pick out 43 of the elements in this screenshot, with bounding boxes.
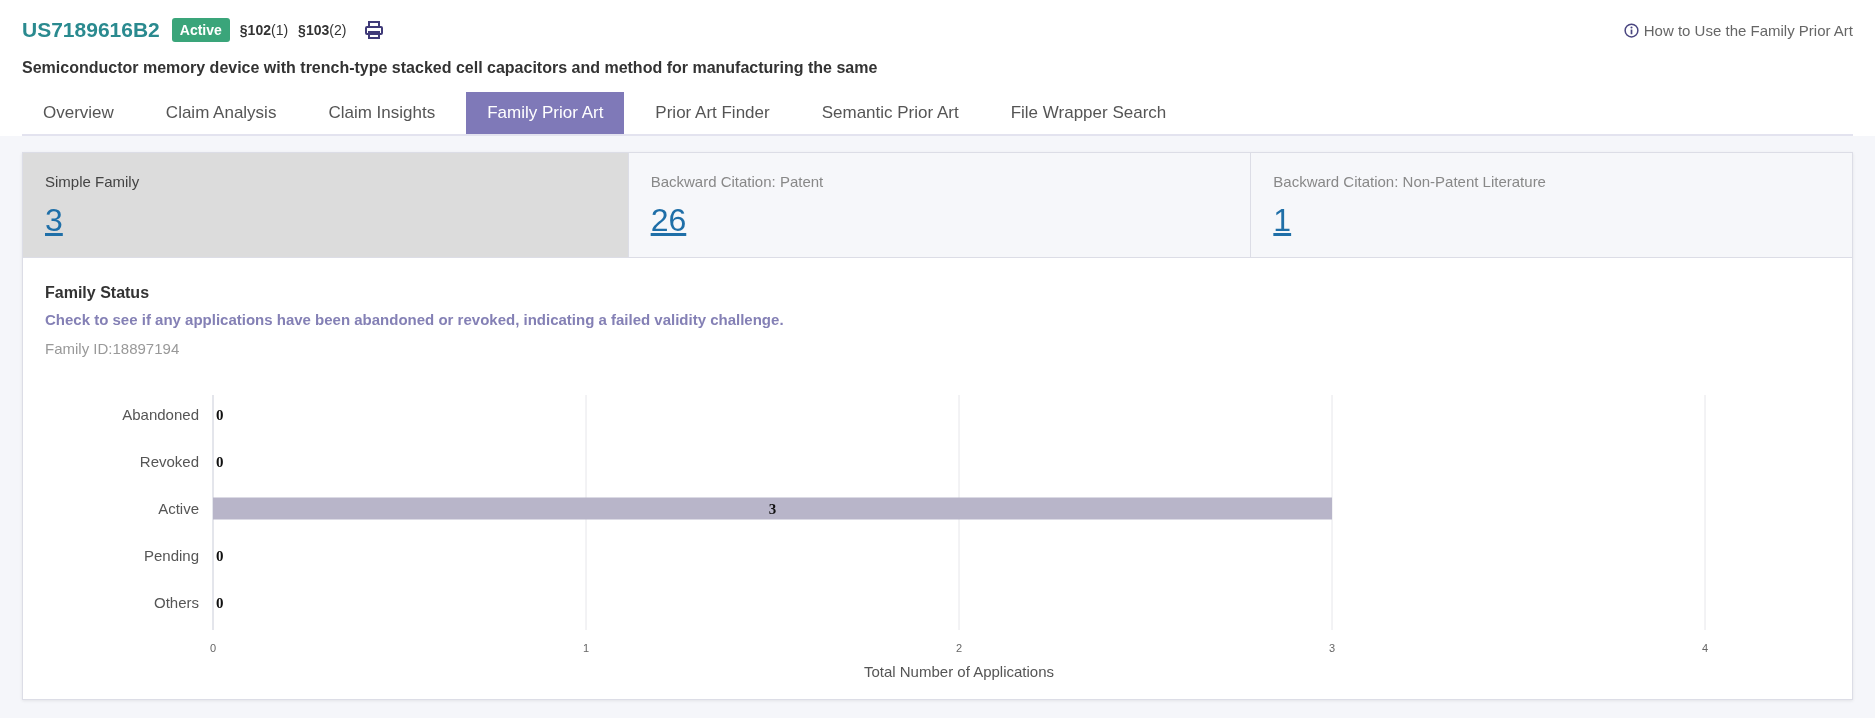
patent-title: Semiconductor memory device with trench-type stacked cell capacitors and method for manufacturing the same: [22, 59, 879, 77]
tab[interactable]: Overview: [22, 92, 135, 134]
help-link[interactable]: How to Use the Family Prior Art: [1623, 21, 1853, 39]
axis-title: Total Number of Applications: [863, 663, 1055, 680]
status-badge: Active: [171, 18, 230, 42]
stat-panel[interactable]: Simple Family 3: [23, 153, 628, 257]
stat-link[interactable]: 3: [45, 202, 63, 239]
patent-number: US7189616B2: [22, 18, 160, 42]
axis-tick-label: 0: [209, 642, 217, 654]
category-label: Abandoned: [122, 405, 199, 423]
tab[interactable]: Claim Analysis: [144, 92, 298, 134]
tab[interactable]: Semantic Prior Art: [800, 92, 980, 134]
axis-tick-label: 4: [1701, 642, 1709, 654]
section-heading: Family Status: [45, 284, 151, 302]
stat-panel[interactable]: Backward Citation: Patent 26: [627, 153, 1251, 257]
tab[interactable]: Prior Art Finder: [634, 92, 791, 134]
axis-tick-label: 2: [955, 642, 963, 654]
stat-label: Backward Citation: Patent: [650, 173, 825, 190]
axis-tick-label: 3: [1328, 642, 1336, 654]
stat-label: Simple Family: [45, 173, 141, 190]
category-label: Others: [154, 593, 199, 611]
stat-label: Backward Citation: Non-Patent Literature: [1273, 173, 1547, 190]
value-label: 3: [768, 500, 777, 517]
value-label: 0: [216, 453, 224, 470]
stat-link[interactable]: 26: [650, 202, 687, 239]
tab[interactable]: Family Prior Art: [466, 92, 625, 134]
section-description: Check to see if any applications have been abandoned or revoked, indicating a failed validity challenge.: [45, 311, 785, 328]
stat-panel[interactable]: Backward Citation: Non-Patent Literature 1: [1250, 153, 1852, 257]
axis-tick-label: 1: [582, 642, 590, 654]
category-label: Active: [158, 499, 199, 517]
value-label: 0: [216, 547, 224, 564]
family-id: Family ID:18897194: [45, 340, 181, 357]
section-reference: §102(1): [239, 22, 289, 38]
tab[interactable]: Claim Insights: [307, 92, 457, 134]
print-icon[interactable]: [364, 20, 385, 40]
category-label: Pending: [143, 546, 199, 564]
tab[interactable]: File Wrapper Search: [989, 92, 1188, 134]
stat-link[interactable]: 1: [1273, 202, 1292, 239]
section-reference: §103(2): [298, 22, 347, 38]
value-label: 0: [216, 594, 224, 611]
info-icon: [1623, 22, 1639, 38]
category-label: Revoked: [139, 452, 199, 470]
value-label: 0: [216, 406, 224, 423]
